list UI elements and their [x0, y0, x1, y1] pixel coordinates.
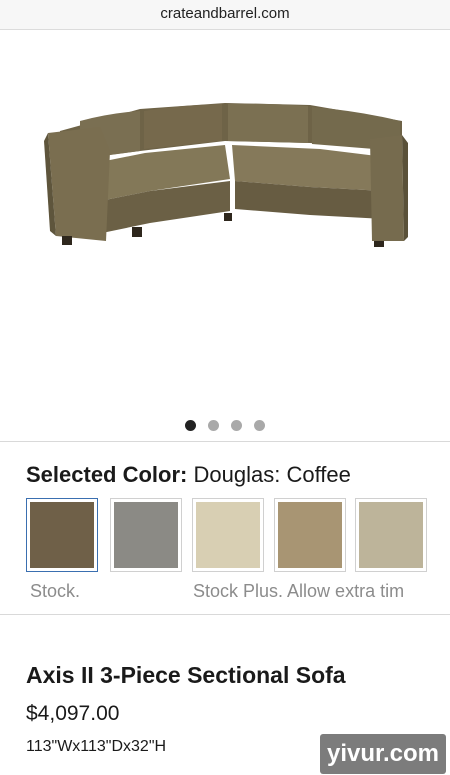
url-text: crateandbarrel.com — [160, 5, 290, 22]
color-swatch[interactable] — [192, 498, 264, 572]
selected-color-heading: Selected Color: Douglas: Coffee — [26, 462, 351, 488]
address-bar[interactable]: crateandbarrel.com — [0, 0, 450, 30]
sectional-sofa-image — [44, 103, 408, 247]
product-image-gallery[interactable] — [0, 31, 450, 441]
swatch-fill — [196, 502, 260, 568]
gallery-dot-3[interactable] — [231, 420, 242, 431]
gallery-pagination[interactable] — [0, 418, 450, 436]
swatch-fill — [30, 502, 94, 568]
gallery-dot-1[interactable] — [185, 420, 196, 431]
product-title: Axis II 3-Piece Sectional Sofa — [26, 662, 346, 688]
swatch-fill — [114, 502, 178, 568]
divider — [0, 441, 450, 442]
color-swatch-list — [26, 498, 450, 578]
selected-color-label: Selected Color: — [26, 462, 188, 487]
stock-plus-note: Stock Plus. Allow extra tim — [193, 581, 405, 601]
color-swatch[interactable] — [355, 498, 427, 572]
color-swatch-douglas-coffee[interactable] — [26, 498, 98, 572]
gallery-dot-4[interactable] — [254, 420, 265, 431]
color-swatch[interactable] — [110, 498, 182, 572]
watermark: yivur.com — [320, 734, 446, 774]
gallery-dot-2[interactable] — [208, 420, 219, 431]
selected-color-value: Douglas: Coffee — [193, 462, 351, 487]
swatch-fill — [278, 502, 342, 568]
stock-note: Stock. — [30, 581, 81, 601]
product-dimensions: 113"Wx113"Dx32"H — [26, 738, 167, 755]
divider — [0, 614, 450, 615]
color-swatch[interactable] — [274, 498, 346, 572]
swatch-fill — [359, 502, 423, 568]
product-price: $4,097.00 — [26, 702, 120, 725]
